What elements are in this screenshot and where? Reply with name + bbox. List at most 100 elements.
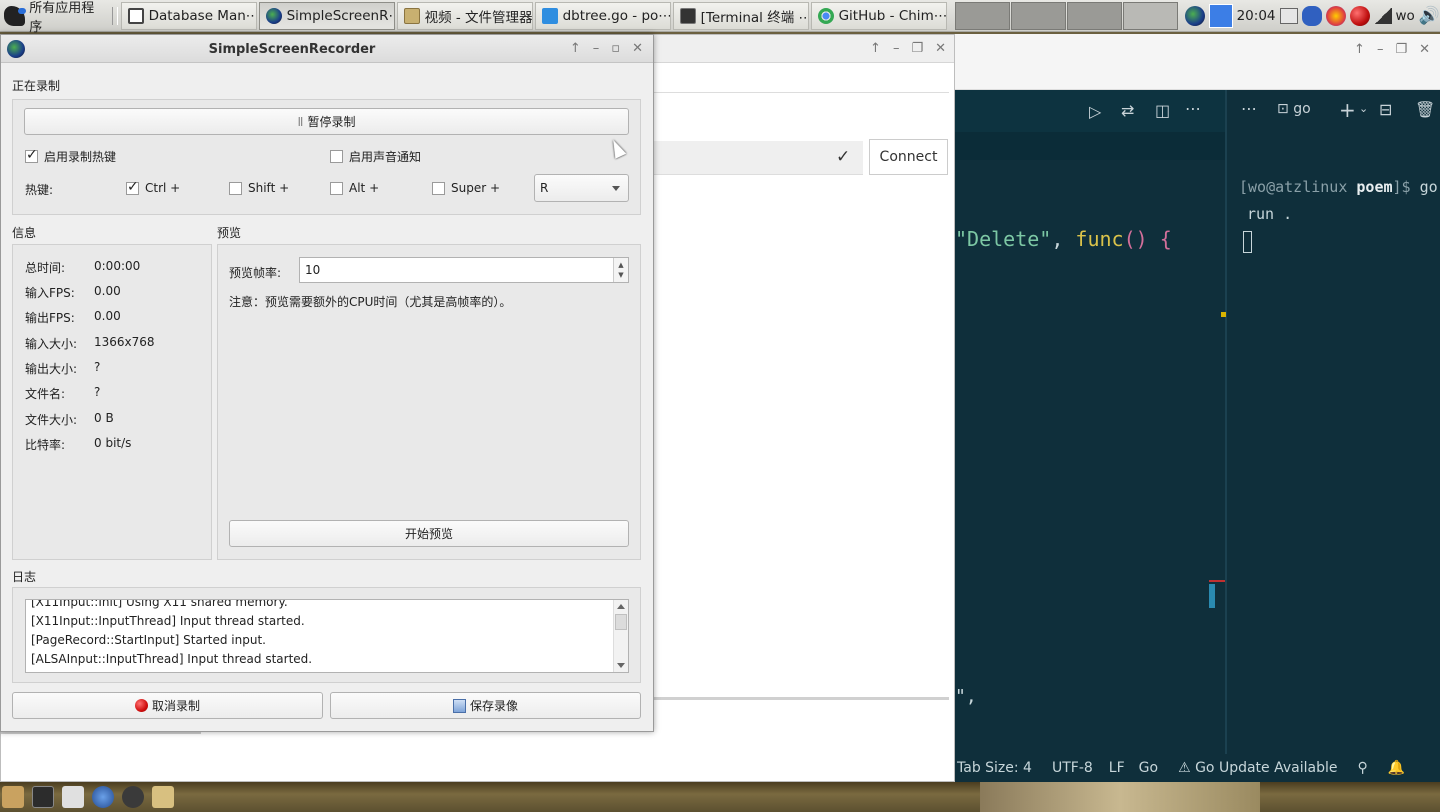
user-name[interactable]: wo	[1396, 8, 1415, 24]
split-terminal-icon[interactable]: ⊟	[1379, 100, 1392, 119]
ssr-tray-icon[interactable]	[1184, 5, 1205, 26]
task-label: GitHub - Chim⋯	[838, 7, 947, 24]
cancel-recording-button[interactable]: 取消录制	[12, 692, 323, 719]
shift-checkbox[interactable]: Shift +	[229, 181, 289, 195]
workspace-2[interactable]	[1010, 1, 1066, 30]
scroll-down-icon[interactable]	[617, 663, 625, 668]
terminal-icon[interactable]	[32, 786, 54, 808]
bluetooth-icon[interactable]	[1301, 5, 1322, 26]
log-scrollbar[interactable]	[613, 600, 628, 672]
window-titlebar[interactable]: SimpleScreenRecorder ↑ – ▫ ✕	[1, 35, 653, 63]
network-signal-icon[interactable]	[1373, 7, 1392, 24]
home-folder-icon[interactable]	[2, 786, 24, 808]
scroll-up-icon[interactable]	[617, 604, 625, 609]
pause-recording-button[interactable]: Ⅱ 暂停录制	[24, 108, 629, 135]
ctrl-checkbox[interactable]: Ctrl +	[126, 179, 180, 195]
info-row-file-name: 文件名:?	[25, 385, 100, 402]
info-value: 0.00	[94, 309, 121, 323]
workspace-1[interactable]	[954, 1, 1010, 30]
start-preview-button[interactable]: 开始预览	[229, 520, 629, 547]
status-encoding[interactable]: UTF-8	[1052, 760, 1093, 776]
save-recording-button[interactable]: 保存录像	[330, 692, 641, 719]
scrollbar-thumb[interactable]	[1209, 584, 1215, 608]
clock[interactable]: 20:04	[1237, 8, 1276, 24]
run-icon[interactable]: ▷	[1089, 102, 1101, 121]
scrollbar[interactable]	[653, 697, 949, 700]
trash-icon[interactable]: 🗑	[1415, 100, 1435, 119]
pin-icon[interactable]: ↑	[570, 41, 581, 56]
app-menu-button[interactable]: 所有应用程序	[0, 0, 109, 35]
connect-button[interactable]: Connect	[869, 139, 948, 175]
info-row-total-time: 总时间: 0:00:00	[25, 259, 140, 276]
editor-toolbar: ▷ ⇄ ◫ ⋯	[955, 90, 1227, 132]
close-icon[interactable]: ✕	[632, 41, 643, 56]
terminal-tab[interactable]: ⊡ go	[1277, 101, 1311, 117]
chevron-down-icon[interactable]: ⌄	[1359, 102, 1368, 115]
terminal-output[interactable]: [wo@atzlinux poem]$ go run .	[1239, 174, 1438, 255]
check-icon[interactable]: ✓	[836, 147, 850, 167]
status-bar: Tab Size: 4 UTF-8 LF Go ⚠ Go Update Avai…	[955, 754, 1440, 782]
checkbox-box	[330, 181, 343, 195]
terminal-line-2: run .	[1247, 205, 1293, 223]
log-textarea[interactable]: [X11Input::Init] Using X11 shared memory…	[25, 599, 629, 673]
notifications-bell-icon[interactable]: 🔔	[1388, 760, 1405, 776]
maximize-icon[interactable]: ❐	[1395, 42, 1407, 57]
minimize-icon[interactable]: –	[1377, 42, 1384, 57]
info-value: 0:00:00	[94, 259, 141, 273]
task-file-manager[interactable]: 视频 - 文件管理器	[396, 1, 533, 30]
pin-icon[interactable]: ↑	[1354, 42, 1365, 57]
workspace-pager[interactable]	[954, 1, 1179, 30]
super-checkbox[interactable]: Super +	[432, 181, 500, 195]
checkbox-box	[432, 181, 445, 195]
pin-icon[interactable]: ↑	[870, 41, 881, 56]
task-terminal[interactable]: [Terminal 终端 ⋯	[672, 1, 809, 30]
keyboard-icon[interactable]	[1279, 7, 1298, 24]
breadcrumb-bar	[955, 132, 1227, 160]
maximize-icon[interactable]: ❐	[911, 41, 923, 56]
task-simplescreenrecorder[interactable]: SimpleScreenR⋯	[258, 1, 395, 30]
status-update[interactable]: ⚠ Go Update Available	[1178, 760, 1337, 776]
task-database-manager[interactable]: Database Man⋯	[120, 1, 257, 30]
hotkey-key-select[interactable]: R	[534, 174, 629, 202]
sound-notification-checkbox[interactable]: 启用声音通知	[330, 148, 421, 165]
volume-icon[interactable]: 🔊	[1419, 6, 1440, 26]
preview-fps-spinbox[interactable]: 10 ▲ ▼	[299, 257, 629, 283]
alt-checkbox[interactable]: Alt +	[330, 181, 379, 195]
pane-divider[interactable]	[1225, 90, 1227, 754]
minimize-icon[interactable]: –	[893, 41, 900, 56]
search-icon[interactable]	[122, 786, 144, 808]
text-editor-icon[interactable]	[62, 786, 84, 808]
feedback-icon[interactable]: ⚲	[1357, 760, 1367, 776]
url-input[interactable]	[653, 141, 863, 175]
folder-icon[interactable]	[152, 786, 174, 808]
record-tray-icon[interactable]	[1349, 5, 1370, 26]
browser-icon[interactable]	[92, 786, 114, 808]
system-tray: 20:04 wo 🔊	[1184, 0, 1440, 32]
more-actions-icon[interactable]: ⋯	[1185, 99, 1201, 118]
firefox-icon[interactable]	[1325, 5, 1346, 26]
info-label: 输出大小:	[25, 362, 78, 376]
close-icon[interactable]: ✕	[935, 41, 946, 56]
status-eol[interactable]: LF	[1109, 760, 1125, 776]
checkbox-box	[330, 150, 343, 163]
enable-hotkey-checkbox[interactable]: 启用录制热键	[25, 147, 116, 165]
task-chrome-github[interactable]: GitHub - Chim⋯	[810, 1, 947, 30]
minimize-icon[interactable]: –	[593, 41, 600, 56]
new-terminal-icon[interactable]: +	[1339, 98, 1356, 122]
scrollbar-thumb[interactable]	[615, 614, 627, 630]
chrome-icon	[817, 7, 834, 24]
recording-indicator-icon[interactable]	[1208, 3, 1233, 28]
workspace-3[interactable]	[1066, 1, 1122, 30]
more-actions-icon[interactable]: ⋯	[1241, 99, 1257, 118]
launcher-icons	[2, 786, 174, 808]
close-icon[interactable]: ✕	[1419, 42, 1430, 57]
compare-changes-icon[interactable]: ⇄	[1121, 101, 1134, 120]
spin-arrows-icon[interactable]: ▲ ▼	[613, 258, 628, 282]
status-language[interactable]: Go	[1139, 760, 1158, 776]
split-editor-icon[interactable]: ◫	[1155, 101, 1170, 120]
maximize-icon[interactable]: ▫	[611, 41, 620, 56]
bird-logo-icon	[4, 5, 27, 26]
status-tab-size[interactable]: Tab Size: 4	[957, 760, 1032, 776]
task-vscode[interactable]: dbtree.go - po⋯	[534, 1, 671, 30]
workspace-4[interactable]	[1122, 1, 1178, 30]
